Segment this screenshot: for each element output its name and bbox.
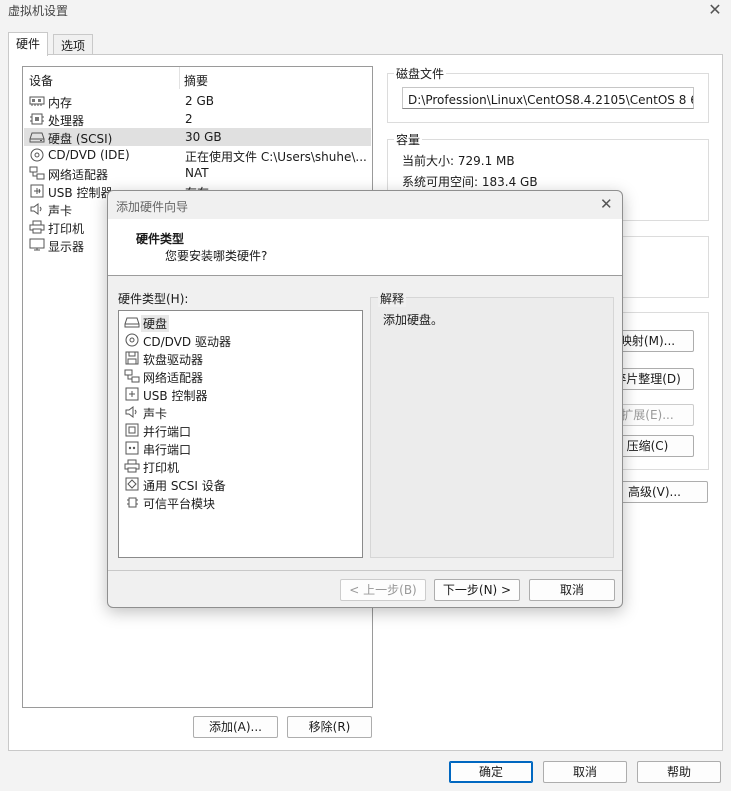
hardware-item-sound-card[interactable]: 声卡: [121, 403, 361, 421]
hardware-item-usb-controller[interactable]: USB 控制器: [121, 385, 361, 403]
device-name: 内存: [48, 96, 73, 110]
processor-icon: [29, 112, 45, 126]
device-summary: 正在使用文件 C:\Users\shuhe\...: [185, 150, 367, 164]
tpm-icon: [124, 495, 140, 509]
cd-dvd-icon: [29, 148, 45, 162]
hardware-item-label: 硬盘: [141, 315, 170, 332]
column-header-summary[interactable]: 摘要: [184, 72, 208, 89]
printer-icon: [29, 220, 45, 234]
memory-icon: [29, 94, 45, 108]
window-title: 虚拟机设置: [8, 4, 69, 18]
help-button[interactable]: 帮助: [637, 761, 721, 783]
hardware-item-generic-scsi[interactable]: 通用 SCSI 设备: [121, 475, 361, 493]
column-header-device[interactable]: 设备: [29, 72, 53, 89]
disk-file-label: 磁盘文件: [394, 65, 447, 82]
hardware-item-serial-port[interactable]: 串行端口: [121, 439, 361, 457]
device-row-processor[interactable]: 处理器 2: [24, 110, 371, 128]
device-name: 处理器: [48, 114, 85, 128]
wizard-cancel-button[interactable]: 取消: [529, 579, 615, 601]
device-name: 网络适配器: [48, 168, 109, 182]
hardware-item-label: 网络适配器: [143, 371, 204, 385]
sound-card-icon: [124, 405, 140, 419]
hardware-item-tpm[interactable]: 可信平台模块: [121, 493, 361, 511]
wizard-next-button[interactable]: 下一步(N) >: [434, 579, 520, 601]
tab-options[interactable]: 选项: [53, 34, 94, 54]
hardware-type-list[interactable]: 硬盘 CD/DVD 驱动器 软盘驱动器 网络适配器 USB 控制器 声卡 并行端…: [118, 310, 363, 558]
wizard-heading: 硬件类型: [136, 232, 185, 246]
network-adapter-icon: [124, 369, 140, 383]
sound-card-icon: [29, 202, 45, 216]
add-device-button[interactable]: 添加(A)...: [193, 716, 278, 738]
device-row-cd-dvd[interactable]: CD/DVD (IDE) 正在使用文件 C:\Users\shuhe\...: [24, 146, 371, 164]
wizard-header: 硬件类型 您要安装哪类硬件?: [108, 219, 622, 276]
disk-file-path-field[interactable]: D:\Profession\Linux\CentOS8.4.2105\CentO…: [402, 87, 694, 109]
hardware-item-label: CD/DVD 驱动器: [143, 335, 231, 349]
explanation-label: 解释: [378, 290, 407, 307]
device-name: 声卡: [48, 204, 73, 218]
capacity-label: 容量: [394, 131, 423, 148]
printer-icon: [124, 459, 140, 473]
device-row-memory[interactable]: 内存 2 GB: [24, 92, 371, 110]
hardware-item-cd-dvd[interactable]: CD/DVD 驱动器: [121, 331, 361, 349]
device-name: 打印机: [48, 222, 85, 236]
device-name: 硬盘 (SCSI): [48, 132, 113, 146]
wizard-close-icon[interactable]: ✕: [600, 195, 613, 213]
hardware-item-network-adapter[interactable]: 网络适配器: [121, 367, 361, 385]
floppy-icon: [124, 351, 140, 365]
usb-icon: [124, 387, 140, 401]
hardware-type-label: 硬件类型(H):: [118, 292, 189, 306]
hardware-item-label: 通用 SCSI 设备: [143, 479, 226, 493]
hard-disk-icon: [124, 315, 140, 329]
wizard-title: 添加硬件向导: [116, 200, 189, 214]
wizard-subheading: 您要安装哪类硬件?: [165, 249, 268, 263]
hardware-item-label: 声卡: [143, 407, 168, 421]
tab-hardware[interactable]: 硬件: [8, 32, 49, 56]
explanation-text: 添加硬盘。: [383, 313, 444, 327]
cd-dvd-icon: [124, 333, 140, 347]
wizard-divider: [108, 570, 622, 571]
current-size-text: 当前大小: 729.1 MB: [402, 154, 515, 168]
scsi-device-icon: [124, 477, 140, 491]
hardware-item-label: 可信平台模块: [143, 497, 216, 511]
hardware-item-printer[interactable]: 打印机: [121, 457, 361, 475]
tab-bar: 硬件 选项: [8, 30, 723, 56]
explanation-group: [370, 297, 614, 558]
device-row-hard-disk[interactable]: 硬盘 (SCSI) 30 GB: [24, 128, 371, 146]
close-icon[interactable]: ✕: [706, 0, 724, 19]
cancel-button[interactable]: 取消: [543, 761, 627, 783]
parallel-port-icon: [124, 423, 140, 437]
device-summary: 2 GB: [185, 94, 214, 108]
add-hardware-wizard-dialog: 添加硬件向导 ✕ 硬件类型 您要安装哪类硬件? 硬件类型(H): 硬盘 CD/D…: [107, 190, 623, 608]
serial-port-icon: [124, 441, 140, 455]
hardware-item-parallel-port[interactable]: 并行端口: [121, 421, 361, 439]
hardware-item-label: 串行端口: [143, 443, 192, 457]
display-icon: [29, 238, 45, 252]
usb-icon: [29, 184, 45, 198]
device-summary: 30 GB: [185, 130, 222, 144]
hardware-item-label: 打印机: [143, 461, 180, 475]
hardware-item-floppy[interactable]: 软盘驱动器: [121, 349, 361, 367]
hardware-item-label: 并行端口: [143, 425, 192, 439]
hardware-item-label: 软盘驱动器: [143, 353, 204, 367]
device-name: USB 控制器: [48, 186, 113, 200]
hardware-item-hard-disk[interactable]: 硬盘: [121, 313, 361, 332]
device-name: CD/DVD (IDE): [48, 148, 130, 162]
ok-button[interactable]: 确定: [449, 761, 533, 783]
device-row-network-adapter[interactable]: 网络适配器 NAT: [24, 164, 371, 182]
system-free-text: 系统可用空间: 183.4 GB: [402, 175, 538, 189]
network-adapter-icon: [29, 166, 45, 180]
hard-disk-icon: [29, 130, 45, 144]
wizard-back-button[interactable]: < 上一步(B): [340, 579, 426, 601]
remove-device-button[interactable]: 移除(R): [287, 716, 372, 738]
device-summary: NAT: [185, 166, 209, 180]
device-name: 显示器: [48, 240, 85, 254]
device-list-header: 设备 摘要: [23, 67, 372, 89]
hardware-item-label: USB 控制器: [143, 389, 208, 403]
device-summary: 2: [185, 112, 193, 126]
